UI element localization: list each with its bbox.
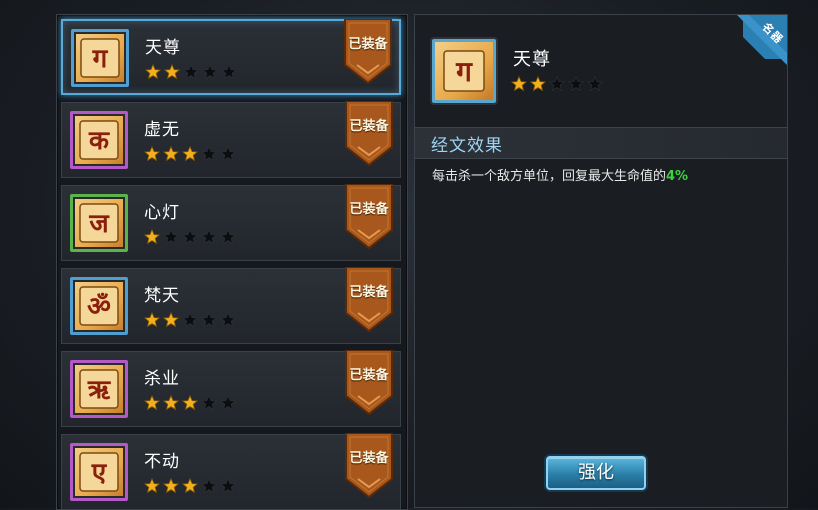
svg-text:ए: ए xyxy=(91,458,108,488)
star-filled-icon xyxy=(164,64,180,80)
equipped-badge-label: 已装备 xyxy=(349,119,389,134)
sanskrit-glyph-icon: ॐ xyxy=(79,286,119,326)
star-empty-icon xyxy=(568,76,584,92)
svg-text:ग: ग xyxy=(92,44,109,74)
scripture-list-item[interactable]: क 虚无 已装备 xyxy=(61,100,401,178)
scripture-stars xyxy=(144,312,236,328)
upgrade-button[interactable]: 强化 xyxy=(546,456,646,490)
star-filled-icon xyxy=(163,395,179,411)
scripture-stars xyxy=(511,76,603,92)
effect-text: 每击杀一个敌方单位，回复最大生命值的 xyxy=(432,169,667,184)
scripture-name: 天尊 xyxy=(145,38,181,58)
star-empty-icon xyxy=(182,312,198,328)
star-empty-icon xyxy=(201,229,217,245)
equipped-badge-label: 已装备 xyxy=(349,202,389,217)
star-filled-icon xyxy=(144,229,160,245)
star-filled-icon xyxy=(163,146,179,162)
star-filled-icon xyxy=(144,478,160,494)
scripture-icon: ग xyxy=(71,29,129,87)
star-empty-icon xyxy=(201,312,217,328)
equipped-badge: 已装备 xyxy=(344,183,394,250)
star-empty-icon xyxy=(587,76,603,92)
scripture-stars xyxy=(144,478,236,494)
star-filled-icon xyxy=(511,76,527,92)
scripture-stars xyxy=(144,395,236,411)
svg-text:ग: ग xyxy=(455,55,473,88)
svg-text:ॐ: ॐ xyxy=(87,292,111,322)
star-filled-icon xyxy=(144,312,160,328)
star-filled-icon xyxy=(145,64,161,80)
effect-value: 4% xyxy=(666,169,689,184)
svg-text:क: क xyxy=(88,126,110,156)
scripture-list-item[interactable]: ऋ 杀业 已装备 xyxy=(61,349,401,427)
star-empty-icon xyxy=(220,395,236,411)
scripture-name: 不动 xyxy=(144,452,180,472)
equipped-badge: 已装备 xyxy=(344,266,394,333)
scripture-stars xyxy=(144,229,236,245)
equipped-badge: 已装备 xyxy=(343,18,393,85)
star-empty-icon xyxy=(220,312,236,328)
sanskrit-glyph-icon: क xyxy=(79,120,119,160)
star-filled-icon xyxy=(182,478,198,494)
star-empty-icon xyxy=(183,64,199,80)
star-filled-icon xyxy=(144,395,160,411)
scripture-name: 心灯 xyxy=(144,203,180,223)
equipped-badge-label: 已装备 xyxy=(349,285,389,300)
star-filled-icon xyxy=(163,312,179,328)
equipped-badge-label: 已装备 xyxy=(348,37,388,52)
scripture-name: 梵天 xyxy=(144,286,180,306)
sanskrit-glyph-icon: ऋ xyxy=(79,369,119,409)
scripture-icon: ए xyxy=(70,443,128,501)
star-filled-icon xyxy=(163,478,179,494)
effect-section-header: 经文效果 xyxy=(415,127,787,159)
scripture-list-item[interactable]: ॐ 梵天 已装备 xyxy=(61,266,401,344)
scripture-icon: ग xyxy=(432,39,496,103)
scripture-icon: क xyxy=(70,111,128,169)
svg-text:ऋ: ऋ xyxy=(87,375,112,405)
star-empty-icon xyxy=(220,229,236,245)
scripture-icon: ऋ xyxy=(70,360,128,418)
scripture-list-item[interactable]: ग 天尊 已装备 xyxy=(61,18,401,95)
scripture-name: 虚无 xyxy=(144,120,180,140)
star-empty-icon xyxy=(201,478,217,494)
star-empty-icon xyxy=(549,76,565,92)
star-empty-icon xyxy=(220,146,236,162)
effect-description: 每击杀一个敌方单位，回复最大生命值的4% xyxy=(432,165,688,184)
scripture-icon: ज xyxy=(70,194,128,252)
equipped-badge-label: 已装备 xyxy=(349,368,389,383)
svg-text:ज: ज xyxy=(88,209,110,239)
scripture-detail-panel: 名器 ग 天尊 经文效果 每击杀一个敌方单位，回复最大生命值的4% 强化 xyxy=(414,14,788,508)
scripture-icon: ॐ xyxy=(70,277,128,335)
equipped-badge-label: 已装备 xyxy=(349,451,389,466)
scripture-name: 杀业 xyxy=(144,369,180,389)
scripture-list-panel: ग 天尊 已装备 क 虚无 已装备 ज 心灯 已装备 ॐ 梵天 已装备 ऋ 杀业 已装备 ए 不动 已装备 xyxy=(56,14,408,510)
star-filled-icon xyxy=(182,146,198,162)
star-empty-icon xyxy=(163,229,179,245)
effect-section-title: 经文效果 xyxy=(431,136,503,156)
star-empty-icon xyxy=(220,478,236,494)
star-filled-icon xyxy=(530,76,546,92)
scripture-stars xyxy=(144,146,236,162)
sanskrit-glyph-icon: ग xyxy=(80,38,120,78)
equipped-badge: 已装备 xyxy=(344,349,394,416)
scripture-list-item[interactable]: ज 心灯 已装备 xyxy=(61,183,401,261)
sanskrit-glyph-icon: ए xyxy=(79,452,119,492)
star-filled-icon xyxy=(182,395,198,411)
corner-tag: 名器 xyxy=(729,15,787,73)
sanskrit-glyph-icon: ज xyxy=(79,203,119,243)
equipped-badge: 已装备 xyxy=(344,432,394,499)
star-empty-icon xyxy=(182,229,198,245)
sanskrit-glyph-icon: ग xyxy=(443,50,485,92)
scripture-list-item[interactable]: ए 不动 已装备 xyxy=(61,432,401,509)
equipped-badge: 已装备 xyxy=(344,100,394,167)
star-empty-icon xyxy=(201,146,217,162)
scripture-stars xyxy=(145,64,237,80)
star-empty-icon xyxy=(201,395,217,411)
star-filled-icon xyxy=(144,146,160,162)
star-empty-icon xyxy=(202,64,218,80)
star-empty-icon xyxy=(221,64,237,80)
scripture-name: 天尊 xyxy=(513,49,551,70)
